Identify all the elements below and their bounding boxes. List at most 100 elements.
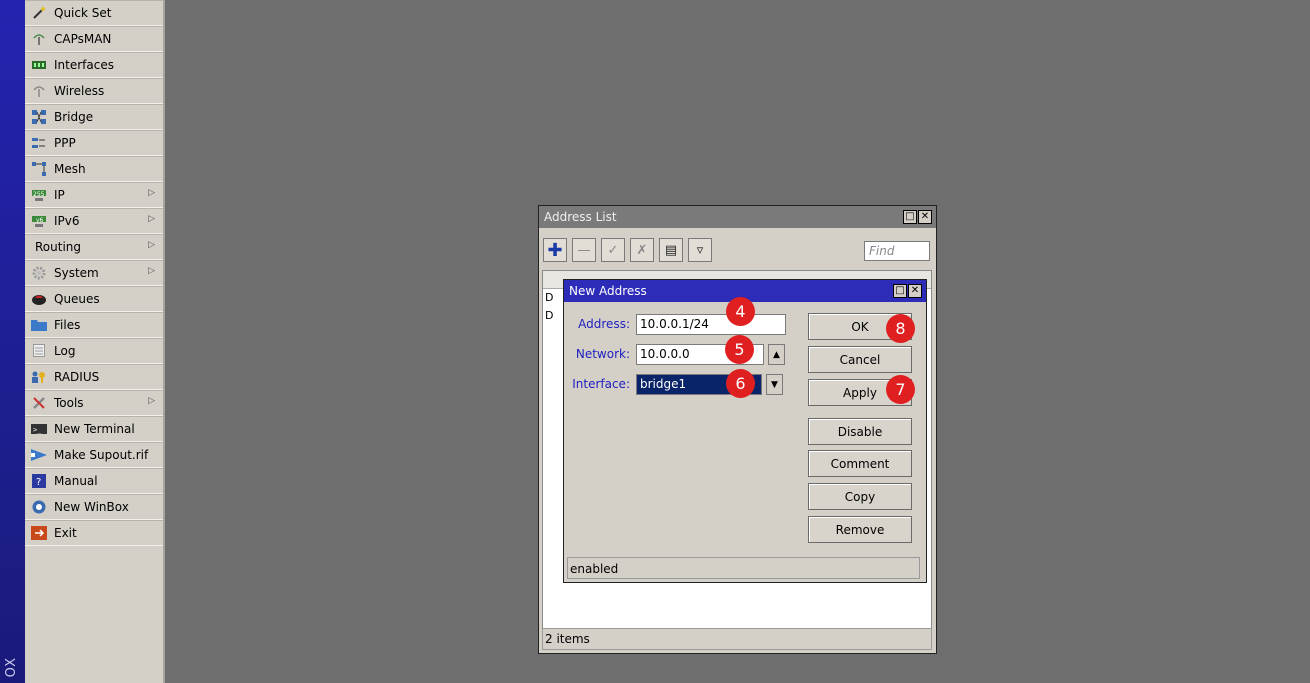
- menu-item-label: PPP: [54, 135, 76, 150]
- svg-text:>_: >_: [33, 426, 42, 434]
- status-bar: 2 items: [542, 628, 932, 650]
- menu-item-label: Mesh: [54, 161, 86, 176]
- submenu-arrow-icon: ▷: [148, 266, 155, 276]
- disable-button[interactable]: Disable: [808, 418, 912, 445]
- menu-item-label: Quick Set: [54, 5, 112, 20]
- menu-item-routing[interactable]: Routing ▷: [25, 234, 163, 260]
- menu-item-ip[interactable]: 255 IP ▷: [25, 182, 163, 208]
- enable-button[interactable]: ✓: [601, 238, 625, 262]
- interface-label: Interface:: [572, 377, 630, 391]
- menu-item-log[interactable]: Log: [25, 338, 163, 364]
- close-button[interactable]: ✕: [918, 210, 932, 224]
- menu-item-ipv6[interactable]: v6 IPv6 ▷: [25, 208, 163, 234]
- menu-item-label: Tools: [54, 395, 84, 410]
- address-list-titlebar[interactable]: Address List: [539, 206, 936, 228]
- menu-item-tools[interactable]: Tools ▷: [25, 390, 163, 416]
- queues-icon: [31, 292, 47, 306]
- remove-button[interactable]: Remove: [808, 516, 912, 543]
- copy-button[interactable]: Copy: [808, 483, 912, 510]
- manual-icon: ?: [31, 473, 47, 488]
- menu-item-bridge[interactable]: Bridge: [25, 104, 163, 130]
- remove-button[interactable]: —: [572, 238, 596, 262]
- disable-button[interactable]: ✗: [630, 238, 654, 262]
- menu-item-wireless[interactable]: Wireless: [25, 78, 163, 104]
- submenu-arrow-icon: ▷: [148, 214, 155, 224]
- brand-text: OX: [4, 656, 19, 677]
- radius-icon: [31, 370, 47, 384]
- submenu-arrow-icon: ▷: [148, 188, 155, 198]
- menu-item-label: Manual: [54, 473, 98, 488]
- menu-item-label: Files: [54, 317, 81, 332]
- exit-icon: [31, 525, 47, 540]
- address-field[interactable]: 10.0.0.1/24: [636, 314, 786, 335]
- window-controls: □ ✕: [903, 210, 932, 224]
- triangle-up-icon: ▲: [773, 349, 780, 360]
- main-menu: Quick Set CAPsMAN Interfaces Wireless Br…: [25, 0, 165, 683]
- dialog-title: New Address: [569, 284, 647, 298]
- menu-item-capsman[interactable]: CAPsMAN: [25, 26, 163, 52]
- svg-text:v6: v6: [36, 217, 44, 224]
- menu-item-mesh[interactable]: Mesh: [25, 156, 163, 182]
- cancel-button[interactable]: Cancel: [808, 346, 912, 373]
- menu-item-system[interactable]: System ▷: [25, 260, 163, 286]
- dialog-status-bar: enabled: [567, 557, 920, 579]
- menu-item-label: New Terminal: [54, 421, 135, 436]
- menu-item-new-winbox[interactable]: New WinBox: [25, 494, 163, 520]
- menu-item-label: Make Supout.rif: [54, 447, 149, 462]
- menu-item-label: IP: [54, 187, 65, 202]
- address-list-toolbar: ✚ — ✓ ✗ ▤ ▿: [543, 238, 712, 262]
- bridge-icon: [31, 109, 47, 124]
- submenu-arrow-icon: ▷: [148, 240, 155, 250]
- menu-item-label: System: [54, 265, 99, 280]
- annotation-badge-6: 6: [726, 369, 755, 398]
- comment-button[interactable]: ▤: [659, 238, 683, 262]
- mesh-icon: [31, 161, 47, 176]
- maximize-button[interactable]: □: [893, 284, 907, 298]
- ip-icon: 255: [31, 188, 47, 202]
- comment-button[interactable]: Comment: [808, 450, 912, 477]
- filter-button[interactable]: ▿: [688, 238, 712, 262]
- winbox-icon: [31, 500, 47, 514]
- folder-icon: [31, 318, 47, 332]
- add-button[interactable]: ✚: [543, 238, 567, 262]
- menu-item-label: New WinBox: [54, 499, 129, 514]
- annotation-badge-7: 7: [886, 375, 915, 404]
- find-input[interactable]: Find: [864, 241, 930, 261]
- annotation-badge-5: 5: [725, 335, 754, 364]
- close-button[interactable]: ✕: [908, 284, 922, 298]
- log-icon: [31, 344, 47, 358]
- menu-item-label: Queues: [54, 291, 100, 306]
- menu-item-exit[interactable]: Exit: [25, 520, 163, 546]
- address-label: Address:: [578, 317, 630, 331]
- menu-item-new-terminal[interactable]: >_ New Terminal: [25, 416, 163, 442]
- menu-item-label: Wireless: [54, 83, 105, 98]
- ipv6-icon: v6: [31, 214, 47, 228]
- svg-text:?: ?: [36, 477, 41, 488]
- wand-icon: [31, 6, 47, 20]
- menu-item-radius[interactable]: RADIUS: [25, 364, 163, 390]
- menu-item-label: CAPsMAN: [54, 31, 112, 46]
- window-title: Address List: [544, 210, 617, 224]
- maximize-button[interactable]: □: [903, 210, 917, 224]
- network-up-button[interactable]: ▲: [768, 344, 785, 365]
- supout-icon: [31, 448, 47, 462]
- menu-item-interfaces[interactable]: Interfaces: [25, 52, 163, 78]
- tools-icon: [31, 396, 47, 410]
- menu-item-make-supout[interactable]: Make Supout.rif: [25, 442, 163, 468]
- menu-item-quick-set[interactable]: Quick Set: [25, 0, 163, 26]
- menu-item-label: Interfaces: [54, 57, 114, 72]
- annotation-badge-4: 4: [726, 297, 755, 326]
- menu-item-files[interactable]: Files: [25, 312, 163, 338]
- annotation-badge-8: 8: [886, 314, 915, 343]
- menu-item-label: Routing: [35, 239, 82, 254]
- terminal-icon: >_: [31, 422, 47, 436]
- antenna-icon: [31, 32, 47, 46]
- note-icon: ▤: [664, 242, 678, 258]
- wireless-icon: [31, 84, 47, 98]
- menu-item-ppp[interactable]: PPP: [25, 130, 163, 156]
- menu-item-queues[interactable]: Queues: [25, 286, 163, 312]
- menu-item-manual[interactable]: ? Manual: [25, 468, 163, 494]
- interface-dropdown-button[interactable]: ▼: [766, 374, 783, 395]
- submenu-arrow-icon: ▷: [148, 396, 155, 406]
- network-label: Network:: [575, 347, 630, 361]
